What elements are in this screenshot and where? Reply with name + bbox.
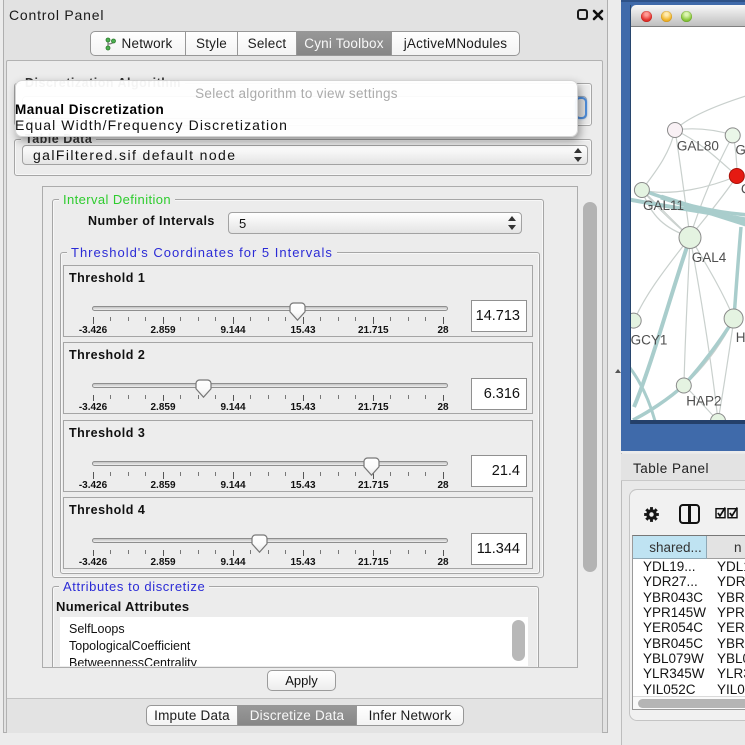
svg-text:GCY1: GCY1 — [631, 333, 667, 348]
svg-text:GAL4: GAL4 — [692, 250, 727, 265]
svg-text:GAL80: GAL80 — [677, 139, 719, 154]
svg-text:CY: CY — [741, 181, 745, 196]
svg-text:GA: GA — [735, 143, 745, 158]
svg-text:GAL11: GAL11 — [643, 198, 684, 213]
svg-text:HI: HI — [736, 330, 745, 345]
svg-text:HAP2: HAP2 — [686, 394, 721, 409]
